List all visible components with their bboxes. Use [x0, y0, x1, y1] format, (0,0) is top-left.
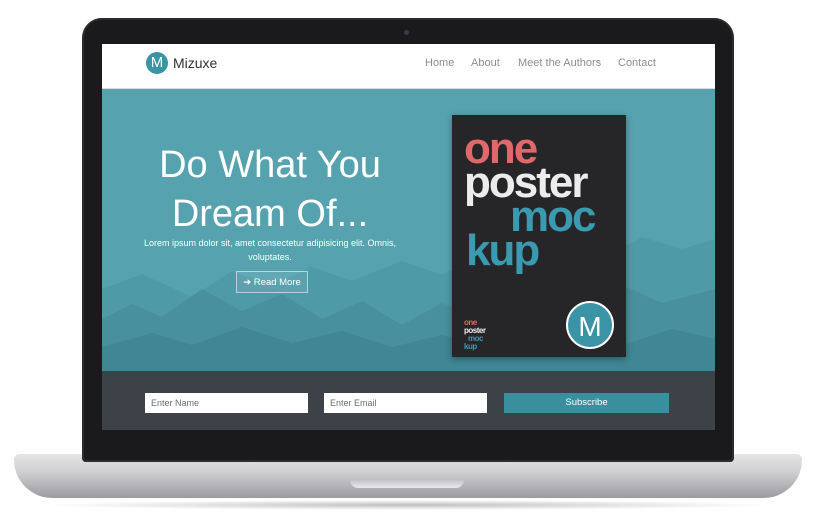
read-more-label: Read More — [253, 277, 301, 288]
arrow-right-icon: ➔ — [243, 277, 252, 288]
hero-title-line-2: Dream Of... — [171, 193, 369, 235]
poster-small-kup: kup — [464, 342, 477, 351]
read-more-button[interactable]: ➔ Read More — [236, 271, 308, 293]
nav-link-contact[interactable]: Contact — [618, 57, 656, 69]
nav-link-meet-the-authors[interactable]: Meet the Authors — [518, 57, 601, 69]
laptop-screen: M Mizuxe Home About Meet the Authors Con… — [102, 44, 715, 430]
laptop-base-notch — [350, 480, 464, 488]
subscribe-button[interactable]: Subscribe — [504, 393, 669, 413]
poster-logo-badge: M — [566, 301, 614, 349]
poster-image: one poster moc kup one poster moc kup M — [452, 115, 626, 357]
laptop-shadow — [40, 500, 776, 510]
subscribe-bar: Subscribe — [102, 371, 715, 430]
nav-link-about[interactable]: About — [471, 57, 500, 69]
hero-section: Do What You Dream Of... Lorem ipsum dolo… — [102, 89, 715, 371]
hero-title-line-1: Do What You — [159, 144, 381, 186]
hero-title: Do What You Dream Of... — [120, 141, 420, 239]
navbar: M Mizuxe Home About Meet the Authors Con… — [102, 44, 715, 89]
logo-icon[interactable]: M — [146, 52, 168, 74]
brand-name[interactable]: Mizuxe — [173, 55, 217, 71]
email-input[interactable] — [324, 393, 487, 413]
poster-word-kup: kup — [466, 226, 540, 275]
hero-text: Lorem ipsum dolor sit, amet consectetur … — [143, 238, 397, 262]
name-input[interactable] — [145, 393, 308, 413]
nav-link-home[interactable]: Home — [425, 57, 454, 69]
camera-icon — [404, 30, 409, 35]
